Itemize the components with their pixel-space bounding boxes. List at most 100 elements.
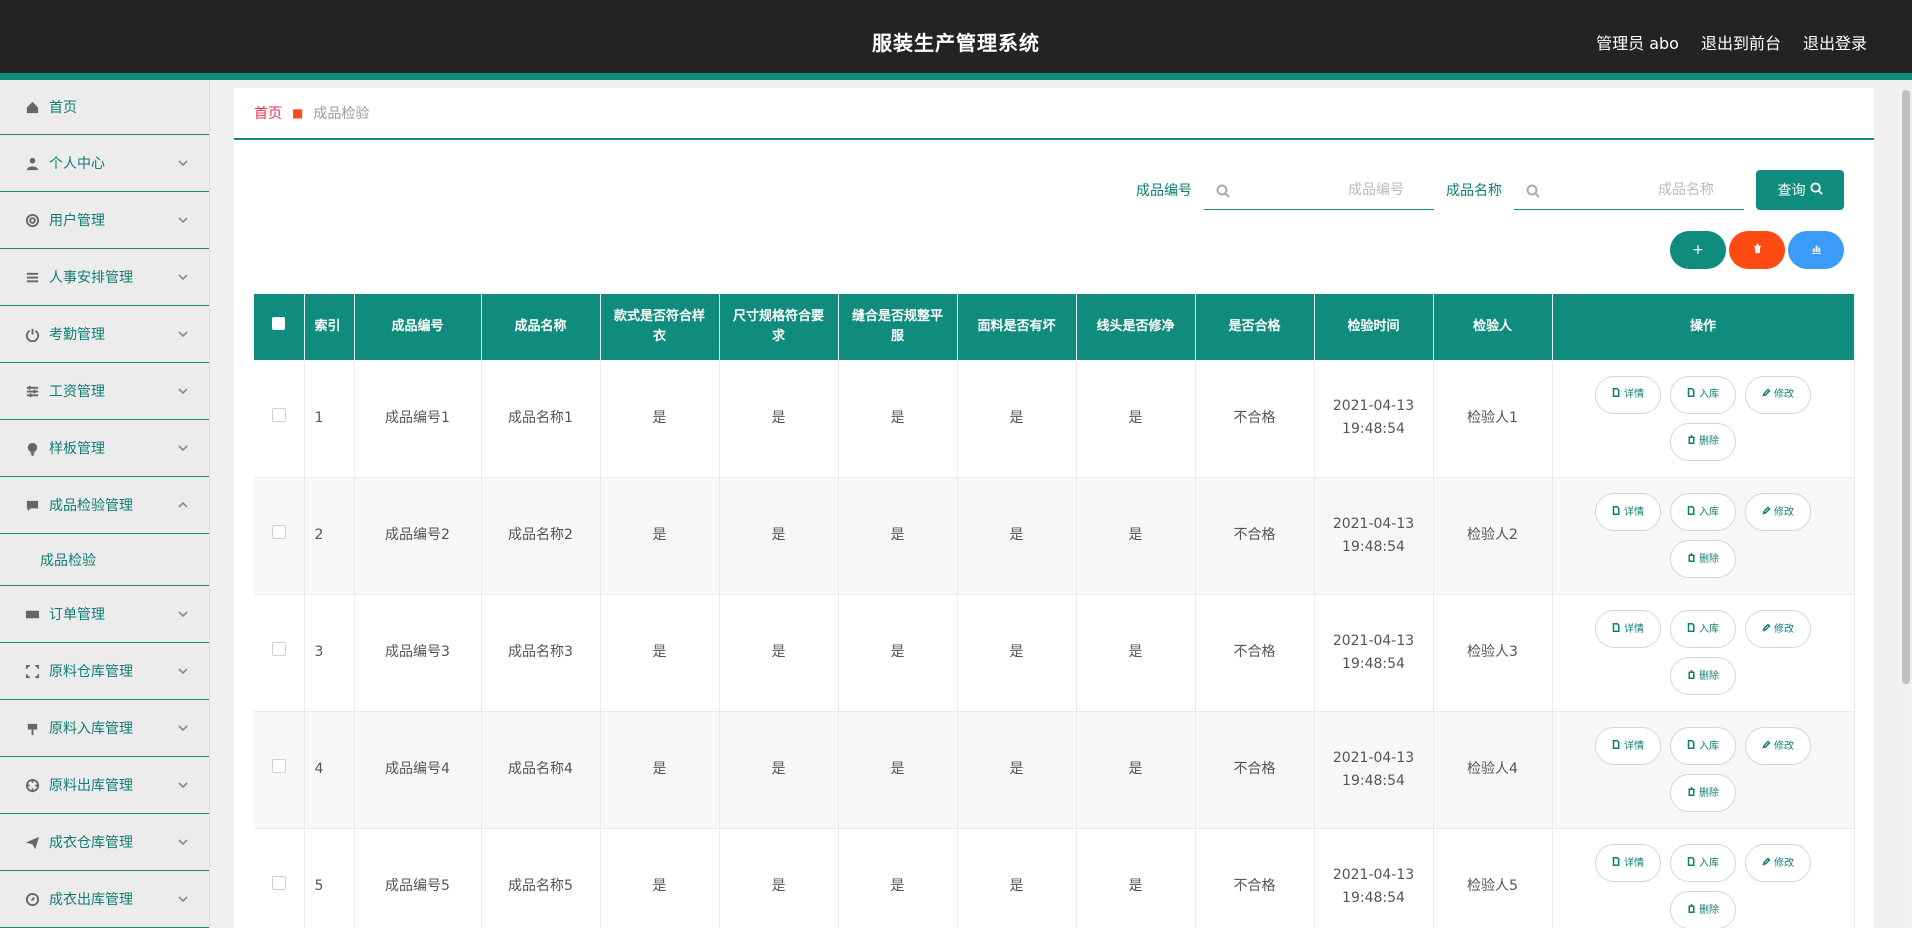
edit-button[interactable]: 修改: [1745, 727, 1811, 765]
row-checkbox[interactable]: [254, 360, 305, 478]
stock-in-button[interactable]: 入库: [1670, 727, 1736, 765]
sidebar-item-label: 原料仓库管理: [49, 664, 133, 680]
ticket-icon: [24, 606, 40, 622]
sidebar-item-garment-outbound[interactable]: 成衣出库管理: [0, 871, 209, 928]
table-cell: 成品名称3: [481, 594, 601, 712]
sidebar-item-label: 成衣仓库管理: [49, 835, 133, 851]
stock-in-button[interactable]: 入库: [1670, 610, 1736, 648]
table-cell: 成品名称5: [481, 828, 601, 928]
edit-button[interactable]: 修改: [1745, 844, 1811, 882]
chevron-up-icon: [177, 499, 189, 511]
sidebar-item-material-inbound[interactable]: 原料入库管理: [0, 700, 209, 757]
sidebar-item-inspection-management[interactable]: 成品检验管理: [0, 477, 209, 534]
sidebar-item-sample[interactable]: 样板管理: [0, 420, 209, 477]
user-icon: [24, 155, 40, 171]
stock-in-button-label: 入库: [1699, 623, 1719, 635]
table-cell: 检验人1: [1433, 360, 1553, 478]
logout-link[interactable]: 退出登录: [1803, 30, 1867, 54]
sidebar-item-personal-center[interactable]: 个人中心: [0, 135, 209, 192]
column-header: 成品编号: [354, 294, 482, 360]
pencil-icon: [1762, 852, 1771, 875]
sidebar-item-hr-schedule[interactable]: 人事安排管理: [0, 249, 209, 306]
detail-button[interactable]: 详情: [1595, 727, 1661, 765]
table-cell: 是: [600, 594, 720, 712]
breadcrumb-home[interactable]: 首页: [254, 103, 282, 123]
table-cell: 是: [719, 477, 839, 595]
delete-button-label: 删除: [1699, 787, 1719, 799]
page-scrollbar[interactable]: [1900, 88, 1912, 928]
select-all-checkbox[interactable]: [254, 294, 305, 360]
query-button[interactable]: 查询: [1756, 170, 1844, 210]
trash-icon: [1687, 548, 1696, 571]
table-cell: 是: [957, 594, 1077, 712]
sidebar-item-attendance[interactable]: 考勤管理: [0, 306, 209, 363]
sidebar-item-user-management[interactable]: 用户管理: [0, 192, 209, 249]
detail-button[interactable]: 详情: [1595, 375, 1661, 414]
exit-to-front-link[interactable]: 退出到前台: [1701, 30, 1781, 54]
sidebar-item-orders[interactable]: 订单管理: [0, 586, 209, 643]
row-checkbox[interactable]: [254, 477, 305, 595]
sidebar-item-material-outbound[interactable]: 原料出库管理: [0, 757, 209, 814]
sidebar-item-home[interactable]: 首页: [0, 80, 209, 135]
table-cell: 成品编号1: [354, 360, 482, 478]
edit-button[interactable]: 修改: [1745, 610, 1811, 648]
stock-in-button[interactable]: 入库: [1670, 844, 1736, 882]
detail-button[interactable]: 详情: [1595, 844, 1661, 882]
row-checkbox[interactable]: [254, 828, 305, 928]
product-code-input[interactable]: [1230, 181, 1422, 198]
sidebar-item-label: 订单管理: [49, 607, 105, 623]
product-code-field: [1204, 170, 1434, 210]
stock-in-button[interactable]: 入库: [1670, 375, 1736, 414]
send-icon: [24, 834, 40, 850]
table-cell: 2021-04-13 19:48:54: [1314, 828, 1434, 928]
trash-icon: [1687, 899, 1696, 922]
stock-in-button[interactable]: 入库: [1670, 493, 1736, 531]
delete-button[interactable]: 删除: [1670, 540, 1736, 578]
inspection-table: 索引 成品编号 成品名称 款式是否符合样衣 尺寸规格符合要求 缝合是否规整平服 …: [254, 294, 1855, 928]
product-name-input[interactable]: [1540, 181, 1732, 198]
sidebar-item-salary[interactable]: 工资管理: [0, 363, 209, 420]
scrollbar-thumb[interactable]: [1902, 90, 1910, 684]
trash-icon: [1687, 782, 1696, 805]
delete-button[interactable]: 删除: [1670, 657, 1736, 695]
column-header: 款式是否符合样衣: [600, 294, 720, 360]
sidebar-subitem-inspection[interactable]: 成品检验: [0, 534, 209, 586]
sidebar-item-garment-warehouse[interactable]: 成衣仓库管理: [0, 814, 209, 871]
row-checkbox[interactable]: [254, 711, 305, 829]
statistics-button[interactable]: [1788, 231, 1844, 269]
search-icon: [1526, 183, 1540, 198]
detail-button[interactable]: 详情: [1595, 493, 1661, 531]
compass-icon: [24, 891, 40, 907]
column-header: 成品名称: [481, 294, 601, 360]
stock-in-button-label: 入库: [1699, 389, 1719, 401]
sidebar-item-material-warehouse[interactable]: 原料仓库管理: [0, 643, 209, 700]
search-icon: [1809, 181, 1823, 199]
table-cell: 3: [304, 594, 355, 712]
table-cell: 不合格: [1195, 477, 1315, 595]
table-row: 2 成品编号2 成品名称2 是是是是是不合格 2021-04-13 19:48:54 检验…: [254, 477, 1855, 595]
edit-button[interactable]: 修改: [1745, 493, 1811, 531]
table-cell: 是: [957, 711, 1077, 829]
delete-button[interactable]: 删除: [1670, 891, 1736, 928]
table-cell: 成品名称1: [481, 360, 601, 478]
chevron-down-icon: [177, 722, 189, 734]
detail-button[interactable]: 详情: [1595, 610, 1661, 648]
column-header: 索引: [304, 294, 355, 360]
detail-button-label: 详情: [1624, 740, 1644, 752]
pencil-icon: [1762, 501, 1771, 524]
sidebar: 首页 个人中心 用户管理 人事安排管理 考勤管理 工资管理 样板管理 成品检验管…: [0, 80, 210, 928]
column-header: 缝合是否规整平服: [838, 294, 958, 360]
table-cell: 2: [304, 477, 355, 595]
chevron-down-icon: [177, 271, 189, 283]
power-icon: [24, 326, 40, 342]
delete-button-label: 删除: [1699, 553, 1719, 565]
column-header: 检验时间: [1314, 294, 1434, 360]
add-button[interactable]: +: [1670, 231, 1726, 269]
table-cell: 2021-04-13 19:48:54: [1314, 360, 1434, 478]
bulb-icon: [24, 440, 40, 456]
delete-button[interactable]: 删除: [1670, 422, 1736, 461]
delete-button[interactable]: 删除: [1670, 774, 1736, 812]
edit-button[interactable]: 修改: [1745, 375, 1811, 414]
batch-delete-button[interactable]: [1729, 231, 1785, 269]
row-checkbox[interactable]: [254, 594, 305, 712]
